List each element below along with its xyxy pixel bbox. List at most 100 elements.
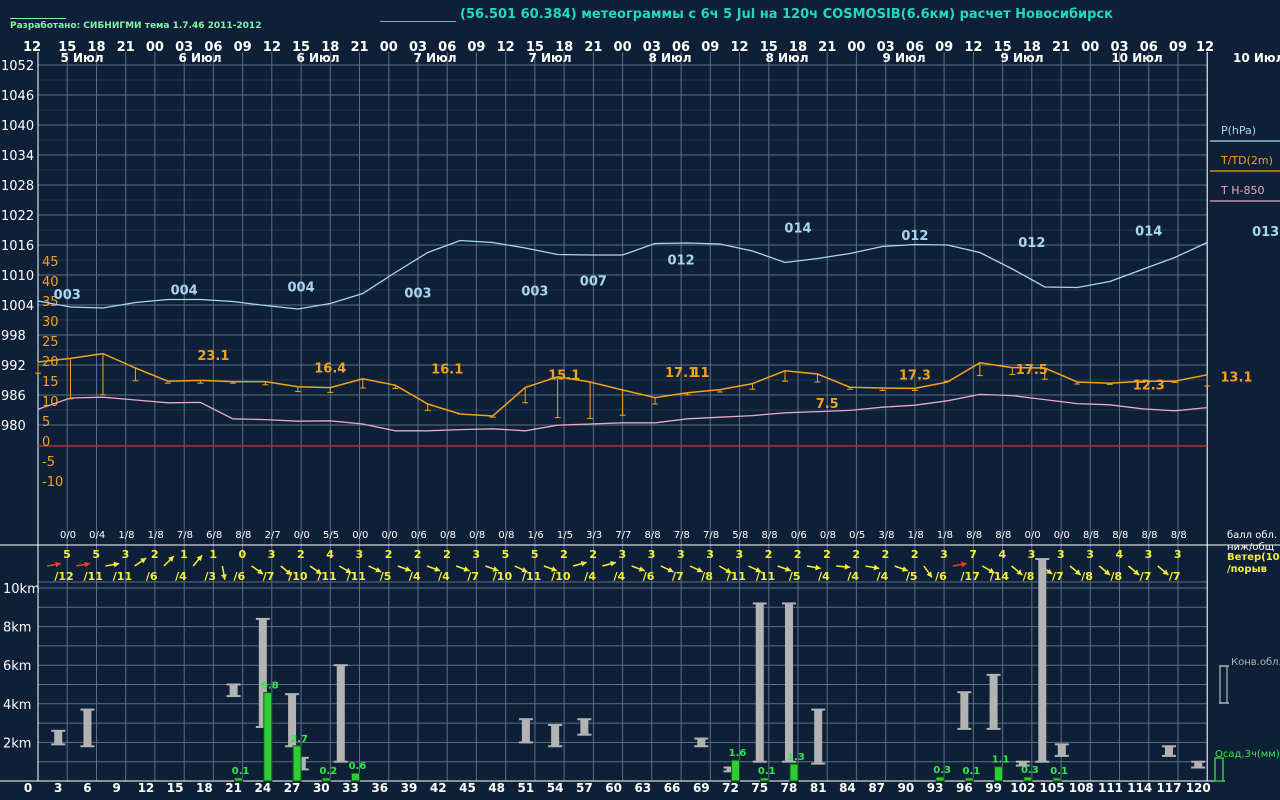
precipitation-bar: [234, 777, 244, 782]
date-label: 10 Июл: [1111, 51, 1162, 65]
pressure-tick-label: 1004: [1, 299, 34, 314]
cloud-cover-label: 8/8: [966, 530, 982, 541]
pressure-value-label: 007: [580, 275, 607, 290]
convective-cloud-bar: [54, 730, 63, 745]
convective-cloud-bar: [784, 603, 793, 762]
wind-speed-label: 5: [92, 548, 100, 561]
wind-gust-label: /7: [467, 570, 479, 583]
forecast-hour-label: 66: [664, 781, 681, 795]
cloud-cover-label: 8/8: [1112, 530, 1128, 541]
precipitation-value-label: 0.1: [1050, 766, 1068, 777]
wind-gust-label: /6: [234, 570, 246, 583]
pressure-tick-label: 986: [1, 389, 26, 404]
wind-speed-label: 1: [180, 548, 188, 561]
temperature-tick-label: 45: [42, 255, 59, 270]
time-tick-label: 12: [497, 40, 515, 55]
cloud-cover-label: 0/8: [469, 530, 485, 541]
wind-speed-label: 3: [1028, 548, 1036, 561]
forecast-hour-label: 63: [634, 781, 651, 795]
wind-gust-label: /11: [113, 570, 132, 583]
wind-speed-label: 2: [823, 548, 831, 561]
time-tick-label: 21: [117, 40, 135, 55]
convective-cloud-bar: [1038, 559, 1047, 762]
wind-arrow-head: [113, 561, 120, 568]
time-tick-label: 00: [146, 40, 164, 55]
forecast-hour-label: 75: [751, 781, 768, 795]
temperature-tick-label: -5: [42, 455, 55, 470]
pressure-value-label: 014: [784, 222, 811, 237]
wind-speed-label: 3: [735, 548, 743, 561]
convective-cloud-bar: [989, 674, 998, 729]
forecast-hour-label: 33: [342, 781, 359, 795]
date-label: 8 Июл: [648, 51, 691, 65]
height-tick-label: 10km: [3, 582, 40, 597]
cloud-cover-label: 8/8: [1171, 530, 1187, 541]
temperature-tick-label: 30: [42, 315, 59, 330]
wind-speed-label: 3: [355, 548, 363, 561]
date-label: 6 Июл: [178, 51, 221, 65]
convective-cloud-bar: [697, 738, 706, 747]
wind-speed-label: 2: [414, 548, 422, 561]
cloud-cover-label: 0/6: [791, 530, 807, 541]
wind-speed-label: 2: [297, 548, 305, 561]
wind-gust-label: /4: [877, 570, 889, 583]
legend-label: T H-850: [1220, 184, 1264, 197]
precipitation-bar: [321, 777, 331, 782]
wind-speed-label: 3: [1145, 548, 1153, 561]
wind-speed-label: 3: [940, 548, 948, 561]
time-tick-label: 21: [350, 40, 368, 55]
forecast-hour-label: 36: [371, 781, 388, 795]
forecast-hour-label: 117: [1156, 781, 1181, 795]
cloud-cover-label: 7/7: [615, 530, 631, 541]
precipitation-value-label: 2.7: [290, 734, 308, 745]
cloud-cover-label: 0/4: [89, 530, 105, 541]
precipitation-value-label: 1.1: [992, 755, 1010, 766]
precipitation-value-label: 0.1: [758, 766, 776, 777]
temperature-tick-label: 25: [42, 335, 59, 350]
pressure-tick-label: 1028: [1, 179, 34, 194]
time-tick-label: 09: [701, 40, 719, 55]
wind-speed-label: 3: [1057, 548, 1065, 561]
pressure-value-label: 003: [54, 288, 81, 303]
cloud-cover-label: 1/8: [118, 530, 134, 541]
wind-arrow-head: [84, 561, 91, 568]
forecast-hour-label: 72: [722, 781, 739, 795]
wind-speed-label: 4: [999, 548, 1007, 561]
pressure-tick-label: 1016: [1, 239, 34, 254]
wind-speed-label: 2: [852, 548, 860, 561]
forecast-hour-label: 81: [810, 781, 827, 795]
forecast-hour-label: 27: [284, 781, 301, 795]
forecast-hour-label: 3: [54, 781, 62, 795]
cloud-cover-label: 0/6: [411, 530, 427, 541]
forecast-hour-label: 48: [488, 781, 505, 795]
temperature-value-label: 7.5: [816, 397, 839, 412]
convective-cloud-bar: [814, 709, 823, 764]
wind-gust-label: /17: [960, 570, 979, 583]
cloud-cover-label: 0/0: [1025, 530, 1041, 541]
wind-gust-label: /7: [263, 570, 275, 583]
convective-cloud-bar: [580, 719, 589, 735]
precipitation-bar: [1023, 776, 1033, 782]
cloud-cover-label: 1/5: [557, 530, 573, 541]
wind-gust-label: /7: [1140, 570, 1152, 583]
wind-arrow-head: [961, 561, 967, 568]
wind-speed-label: 2: [911, 548, 919, 561]
date-label: 8 Июл: [765, 51, 808, 65]
time-tick-label: 21: [818, 40, 836, 55]
time-tick-label: 12: [1196, 40, 1214, 55]
wind-gust-label: /5: [380, 570, 392, 583]
precipitation-bar: [760, 777, 770, 782]
cloud-cover-label: 5/5: [323, 530, 339, 541]
time-tick-label: 12: [23, 40, 41, 55]
wind-speed-label: 2: [589, 548, 597, 561]
wind-arrow-head: [580, 560, 587, 567]
precipitation-bar: [994, 766, 1004, 782]
time-tick-label: 09: [467, 40, 485, 55]
wind-speed-label: 7: [969, 548, 977, 561]
temperature-value-label: 17.3: [899, 369, 931, 384]
temperature-value-label: 12.3: [1133, 379, 1165, 394]
precipitation-bar: [935, 776, 945, 782]
wind-gust-label: /6: [643, 570, 655, 583]
forecast-hour-label: 6: [83, 781, 91, 795]
forecast-hour-label: 18: [196, 781, 213, 795]
